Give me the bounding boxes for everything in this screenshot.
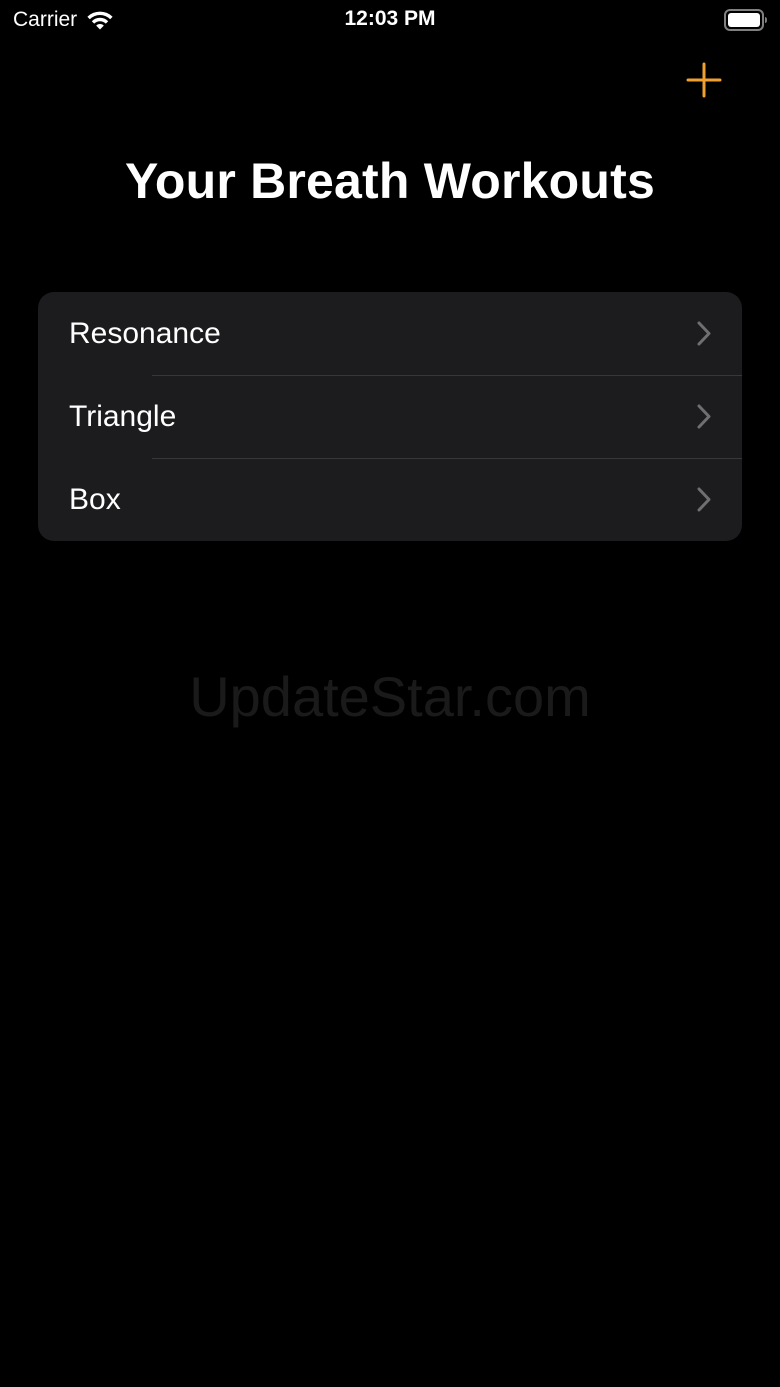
add-workout-button[interactable] xyxy=(684,60,724,100)
workout-list: Resonance Triangle Box xyxy=(38,292,742,541)
list-item-resonance[interactable]: Resonance xyxy=(38,292,742,375)
chevron-right-icon xyxy=(697,487,711,512)
screen: Carrier 12:03 PM Your Breath Workouts Re… xyxy=(0,0,780,1387)
list-item-label: Resonance xyxy=(69,316,221,350)
list-item-box[interactable]: Box xyxy=(38,458,742,541)
status-bar: Carrier 12:03 PM xyxy=(0,0,780,40)
status-time: 12:03 PM xyxy=(344,7,436,30)
list-item-label: Triangle xyxy=(69,399,177,433)
page-title: Your Breath Workouts xyxy=(125,153,655,209)
chevron-right-icon xyxy=(697,404,711,429)
battery-icon xyxy=(724,9,767,31)
plus-icon xyxy=(686,62,722,98)
watermark: UpdateStar.com xyxy=(189,665,591,728)
list-item-label: Box xyxy=(69,482,121,516)
list-item-triangle[interactable]: Triangle xyxy=(38,375,742,458)
chevron-right-icon xyxy=(697,321,711,346)
